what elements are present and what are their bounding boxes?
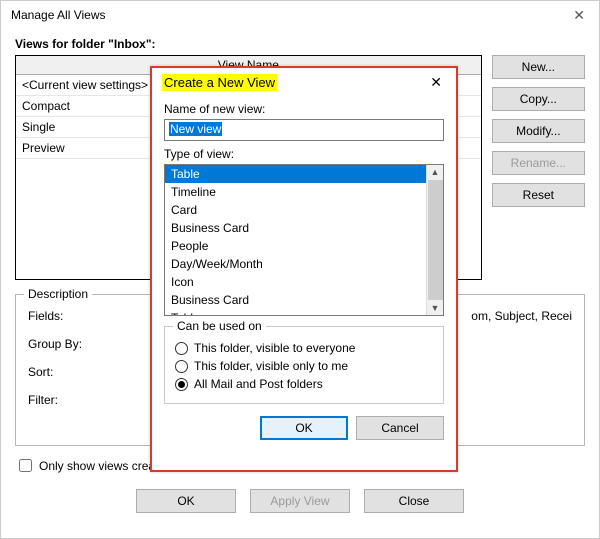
modify-button[interactable]: Modify... [492, 119, 585, 143]
list-item[interactable]: Card [165, 201, 426, 219]
outer-titlebar: Manage All Views ✕ [1, 1, 599, 29]
modal-button-row: OK Cancel [164, 416, 444, 440]
radio-label: All Mail and Post folders [194, 377, 323, 391]
modal-titlebar: Create a New View ✕ [152, 68, 456, 96]
radio-row[interactable]: This folder, visible only to me [175, 359, 433, 373]
radio-row[interactable]: All Mail and Post folders [175, 377, 433, 391]
fields-label: Fields: [28, 309, 98, 323]
modal-cancel-button[interactable]: Cancel [356, 416, 444, 440]
name-input-value: New view [169, 122, 222, 136]
radio-label: This folder, visible only to me [194, 359, 348, 373]
rename-button: Rename... [492, 151, 585, 175]
copy-button[interactable]: Copy... [492, 87, 585, 111]
modal-title-text: Create a New View [162, 74, 277, 91]
new-button[interactable]: New... [492, 55, 585, 79]
scroll-up-icon[interactable]: ▲ [431, 165, 440, 179]
ok-button[interactable]: OK [136, 489, 236, 513]
description-legend: Description [24, 287, 92, 301]
list-item[interactable]: Icon [165, 273, 426, 291]
sort-label: Sort: [28, 365, 98, 379]
name-input[interactable]: New view [164, 119, 444, 141]
modal-ok-button[interactable]: OK [260, 416, 348, 440]
radio-row[interactable]: This folder, visible to everyone [175, 341, 433, 355]
radio-icon[interactable] [175, 342, 188, 355]
radio-icon[interactable] [175, 378, 188, 391]
bottom-button-row: OK Apply View Close [15, 489, 585, 513]
radio-label: This folder, visible to everyone [194, 341, 355, 355]
only-show-checkbox[interactable] [19, 459, 32, 472]
list-item[interactable]: Business Card [165, 291, 426, 309]
close-button[interactable]: Close [364, 489, 464, 513]
used-on-group: Can be used on This folder, visible to e… [164, 326, 444, 404]
scroll-thumb[interactable] [428, 180, 443, 300]
used-on-legend: Can be used on [173, 319, 266, 333]
close-icon[interactable]: ✕ [565, 5, 593, 26]
list-item[interactable]: Timeline [165, 183, 426, 201]
reset-button[interactable]: Reset [492, 183, 585, 207]
type-label: Type of view: [164, 147, 444, 161]
name-label: Name of new view: [164, 102, 444, 116]
scrollbar[interactable]: ▲ ▼ [426, 165, 443, 315]
apply-view-button: Apply View [250, 489, 350, 513]
list-item[interactable]: Business Card [165, 219, 426, 237]
list-item[interactable]: Day/Week/Month [165, 255, 426, 273]
modal-close-icon[interactable]: ✕ [424, 72, 448, 93]
filter-label: Filter: [28, 393, 98, 407]
groupby-label: Group By: [28, 337, 98, 351]
views-for-label: Views for folder "Inbox": [15, 37, 585, 51]
type-listbox[interactable]: TableTimelineCardBusiness CardPeopleDay/… [164, 164, 444, 316]
outer-title-text: Manage All Views [11, 8, 106, 22]
scroll-down-icon[interactable]: ▼ [431, 301, 440, 315]
side-buttons: New... Copy... Modify... Rename... Reset [492, 55, 585, 280]
radio-icon[interactable] [175, 360, 188, 373]
list-item[interactable]: Table [165, 309, 426, 315]
list-item[interactable]: Table [165, 165, 426, 183]
list-item[interactable]: People [165, 237, 426, 255]
create-view-dialog: Create a New View ✕ Name of new view: Ne… [150, 66, 458, 472]
